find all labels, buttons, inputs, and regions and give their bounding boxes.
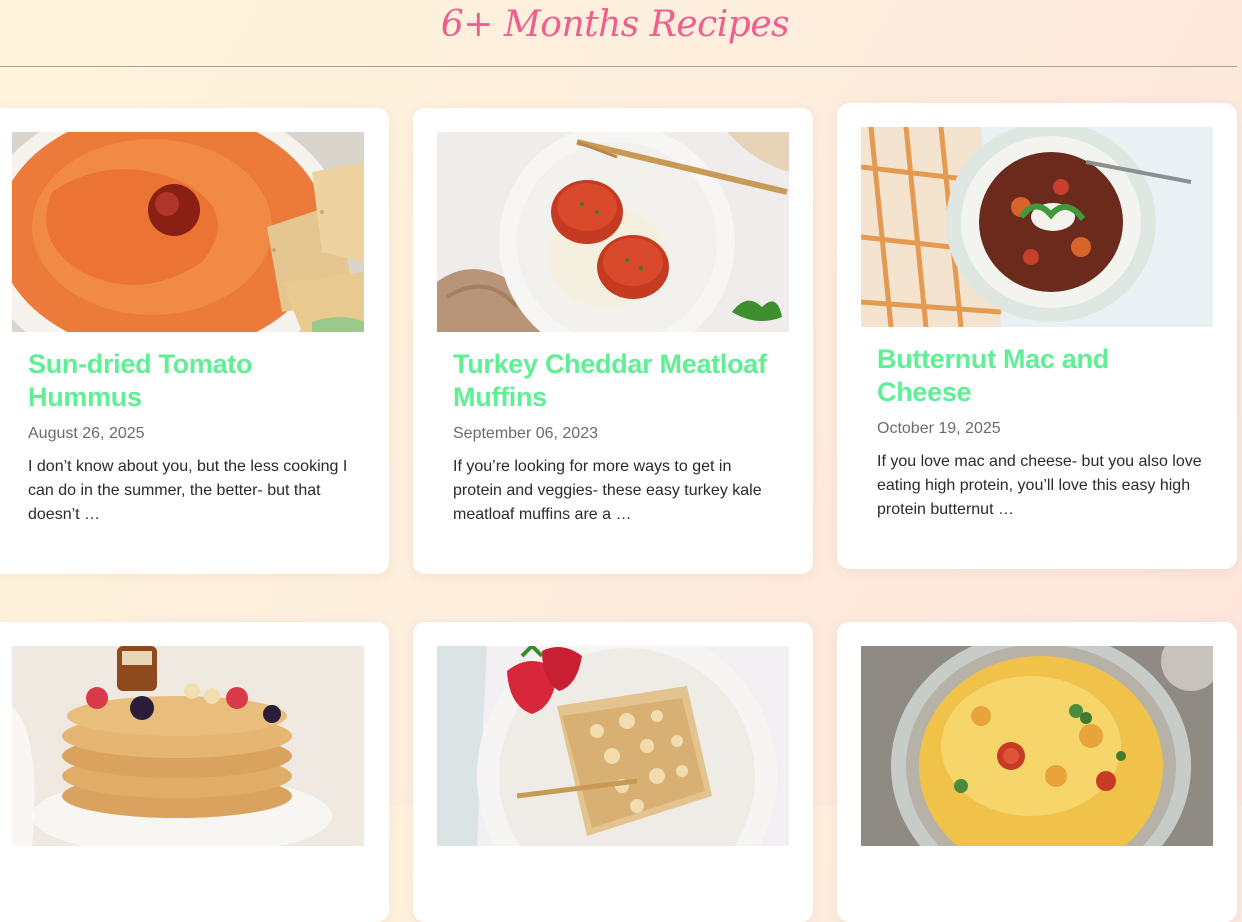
recipe-title[interactable]: Turkey Cheddar Meatloaf Muffins xyxy=(453,348,773,414)
title-divider xyxy=(0,66,1237,67)
recipe-image[interactable] xyxy=(861,646,1213,846)
recipe-date: September 06, 2023 xyxy=(453,425,598,442)
recipe-image[interactable] xyxy=(12,132,364,332)
recipe-excerpt: If you’re looking for more ways to get i… xyxy=(453,458,762,523)
recipe-card[interactable] xyxy=(0,622,389,922)
recipe-card[interactable]: Butternut Mac and Cheese October 19, 202… xyxy=(837,103,1237,569)
recipe-title[interactable]: Sun-dried Tomato Hummus xyxy=(28,348,348,414)
recipe-date: August 26, 2025 xyxy=(28,425,145,442)
recipe-card[interactable]: Sun-dried Tomato Hummus August 26, 2025 … xyxy=(0,108,389,574)
recipe-image[interactable] xyxy=(12,646,364,846)
recipe-image[interactable] xyxy=(861,127,1213,327)
recipe-card[interactable] xyxy=(413,622,813,922)
recipe-card[interactable] xyxy=(837,622,1237,922)
recipe-title[interactable]: Butternut Mac and Cheese xyxy=(877,343,1197,409)
recipe-card[interactable]: Turkey Cheddar Meatloaf Muffins Septembe… xyxy=(413,108,813,574)
recipe-image[interactable] xyxy=(437,132,789,332)
page-title: 6+ Months Recipes xyxy=(440,4,790,45)
recipe-excerpt: I don’t know about you, but the less coo… xyxy=(28,458,348,523)
recipe-image[interactable] xyxy=(437,646,789,846)
recipe-excerpt: If you love mac and cheese- but you also… xyxy=(877,453,1202,518)
recipe-date: October 19, 2025 xyxy=(877,420,1001,437)
